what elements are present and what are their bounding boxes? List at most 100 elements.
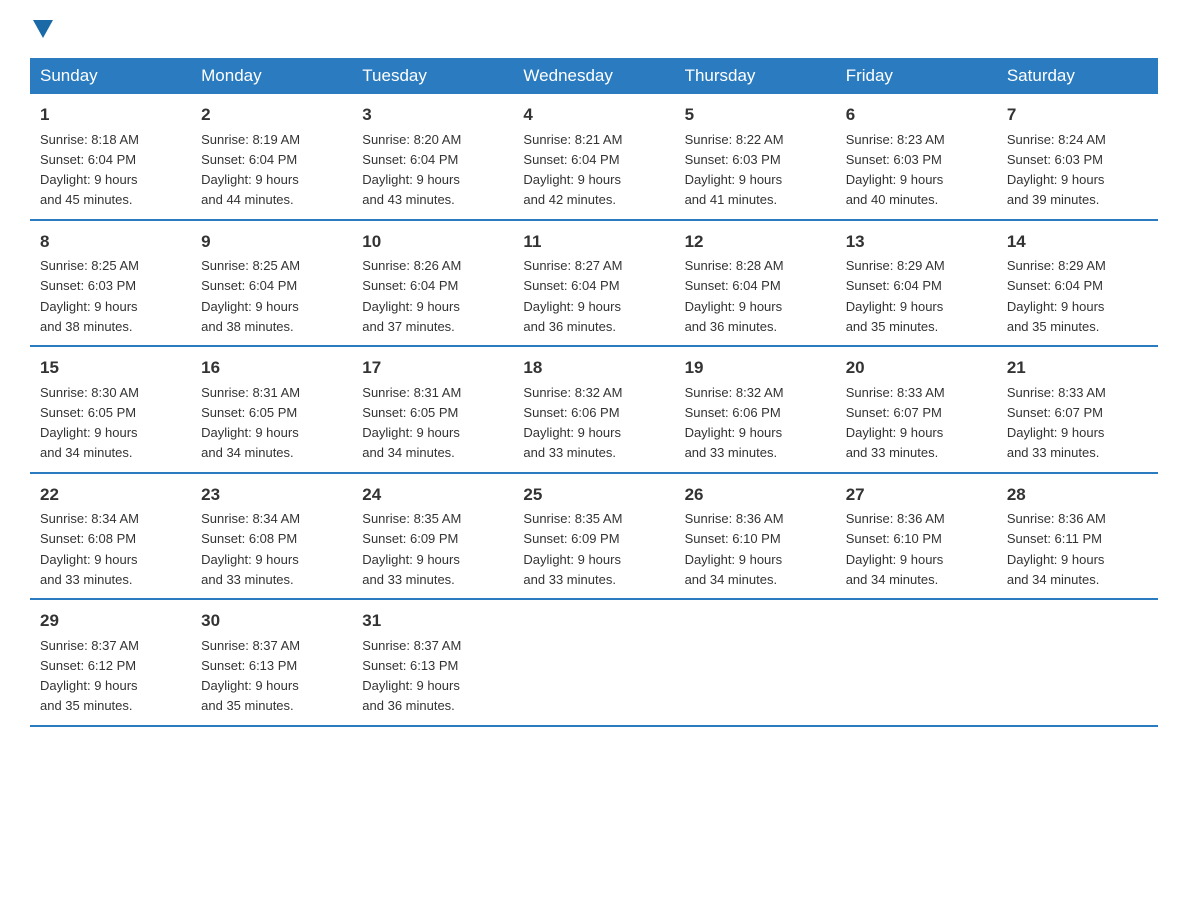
- day-number: 7: [1007, 102, 1148, 128]
- day-number: 15: [40, 355, 181, 381]
- day-info: Sunrise: 8:22 AMSunset: 6:03 PMDaylight:…: [685, 132, 784, 208]
- day-number: 23: [201, 482, 342, 508]
- day-info: Sunrise: 8:37 AMSunset: 6:13 PMDaylight:…: [201, 638, 300, 714]
- calendar-cell: 27 Sunrise: 8:36 AMSunset: 6:10 PMDayligh…: [836, 473, 997, 600]
- day-info: Sunrise: 8:37 AMSunset: 6:13 PMDaylight:…: [362, 638, 461, 714]
- calendar-cell: 8Sunrise: 8:25 AMSunset: 6:03 PMDaylight…: [30, 220, 191, 347]
- calendar-week-row: 22 Sunrise: 8:34 AMSunset: 6:08 PMDayligh…: [30, 473, 1158, 600]
- day-info: Sunrise: 8:34 AMSunset: 6:08 PMDaylight:…: [201, 511, 300, 587]
- calendar-cell: 16Sunrise: 8:31 AMSunset: 6:05 PMDayligh…: [191, 346, 352, 473]
- day-number: 6: [846, 102, 987, 128]
- day-number: 3: [362, 102, 503, 128]
- day-info: Sunrise: 8:21 AMSunset: 6:04 PMDaylight:…: [523, 132, 622, 208]
- logo: [30, 20, 53, 40]
- day-info: Sunrise: 8:29 AMSunset: 6:04 PMDaylight:…: [846, 258, 945, 334]
- day-info: Sunrise: 8:29 AMSunset: 6:04 PMDaylight:…: [1007, 258, 1106, 334]
- calendar-week-row: 29 Sunrise: 8:37 AMSunset: 6:12 PMDayligh…: [30, 599, 1158, 726]
- calendar-cell: 23 Sunrise: 8:34 AMSunset: 6:08 PMDayligh…: [191, 473, 352, 600]
- calendar-cell: 17 Sunrise: 8:31 AMSunset: 6:05 PMDayligh…: [352, 346, 513, 473]
- calendar-cell: 31 Sunrise: 8:37 AMSunset: 6:13 PMDayligh…: [352, 599, 513, 726]
- day-number: 24: [362, 482, 503, 508]
- day-number: 28: [1007, 482, 1148, 508]
- day-number: 1: [40, 102, 181, 128]
- calendar-cell: 21Sunrise: 8:33 AMSunset: 6:07 PMDayligh…: [997, 346, 1158, 473]
- day-info: Sunrise: 8:31 AMSunset: 6:05 PMDaylight:…: [362, 385, 461, 461]
- calendar-cell: 1 Sunrise: 8:18 AMSunset: 6:04 PMDaylight…: [30, 94, 191, 220]
- calendar-week-row: 1 Sunrise: 8:18 AMSunset: 6:04 PMDaylight…: [30, 94, 1158, 220]
- day-info: Sunrise: 8:23 AMSunset: 6:03 PMDaylight:…: [846, 132, 945, 208]
- day-info: Sunrise: 8:26 AMSunset: 6:04 PMDaylight:…: [362, 258, 461, 334]
- day-number: 10: [362, 229, 503, 255]
- day-number: 27: [846, 482, 987, 508]
- day-info: Sunrise: 8:27 AMSunset: 6:04 PMDaylight:…: [523, 258, 622, 334]
- calendar-header-row: SundayMondayTuesdayWednesdayThursdayFrid…: [30, 58, 1158, 94]
- calendar-cell: 28 Sunrise: 8:36 AMSunset: 6:11 PMDayligh…: [997, 473, 1158, 600]
- column-header-tuesday: Tuesday: [352, 58, 513, 94]
- calendar-cell: [997, 599, 1158, 726]
- calendar-cell: 22 Sunrise: 8:34 AMSunset: 6:08 PMDayligh…: [30, 473, 191, 600]
- day-info: Sunrise: 8:35 AMSunset: 6:09 PMDaylight:…: [523, 511, 622, 587]
- calendar-cell: [836, 599, 997, 726]
- day-number: 29: [40, 608, 181, 634]
- page-header: [30, 20, 1158, 40]
- calendar-cell: 10 Sunrise: 8:26 AMSunset: 6:04 PMDayligh…: [352, 220, 513, 347]
- day-number: 21: [1007, 355, 1148, 381]
- day-number: 18: [523, 355, 664, 381]
- day-number: 25: [523, 482, 664, 508]
- day-info: Sunrise: 8:25 AMSunset: 6:03 PMDaylight:…: [40, 258, 139, 334]
- calendar-cell: 19 Sunrise: 8:32 AMSunset: 6:06 PMDayligh…: [675, 346, 836, 473]
- calendar-cell: 2 Sunrise: 8:19 AMSunset: 6:04 PMDaylight…: [191, 94, 352, 220]
- day-info: Sunrise: 8:33 AMSunset: 6:07 PMDaylight:…: [846, 385, 945, 461]
- calendar-cell: 6 Sunrise: 8:23 AMSunset: 6:03 PMDaylight…: [836, 94, 997, 220]
- day-number: 17: [362, 355, 503, 381]
- day-number: 26: [685, 482, 826, 508]
- day-number: 13: [846, 229, 987, 255]
- calendar-cell: 24 Sunrise: 8:35 AMSunset: 6:09 PMDayligh…: [352, 473, 513, 600]
- day-number: 30: [201, 608, 342, 634]
- day-number: 31: [362, 608, 503, 634]
- day-number: 22: [40, 482, 181, 508]
- calendar-cell: 3 Sunrise: 8:20 AMSunset: 6:04 PMDaylight…: [352, 94, 513, 220]
- day-info: Sunrise: 8:32 AMSunset: 6:06 PMDaylight:…: [685, 385, 784, 461]
- calendar-cell: 7 Sunrise: 8:24 AMSunset: 6:03 PMDaylight…: [997, 94, 1158, 220]
- calendar-cell: [513, 599, 674, 726]
- day-info: Sunrise: 8:31 AMSunset: 6:05 PMDaylight:…: [201, 385, 300, 461]
- calendar-cell: 4 Sunrise: 8:21 AMSunset: 6:04 PMDaylight…: [513, 94, 674, 220]
- calendar-cell: 11 Sunrise: 8:27 AMSunset: 6:04 PMDayligh…: [513, 220, 674, 347]
- day-info: Sunrise: 8:36 AMSunset: 6:10 PMDaylight:…: [846, 511, 945, 587]
- calendar-cell: 9Sunrise: 8:25 AMSunset: 6:04 PMDaylight…: [191, 220, 352, 347]
- day-info: Sunrise: 8:24 AMSunset: 6:03 PMDaylight:…: [1007, 132, 1106, 208]
- day-info: Sunrise: 8:34 AMSunset: 6:08 PMDaylight:…: [40, 511, 139, 587]
- day-info: Sunrise: 8:28 AMSunset: 6:04 PMDaylight:…: [685, 258, 784, 334]
- day-info: Sunrise: 8:32 AMSunset: 6:06 PMDaylight:…: [523, 385, 622, 461]
- calendar-cell: 18 Sunrise: 8:32 AMSunset: 6:06 PMDayligh…: [513, 346, 674, 473]
- day-info: Sunrise: 8:37 AMSunset: 6:12 PMDaylight:…: [40, 638, 139, 714]
- day-info: Sunrise: 8:20 AMSunset: 6:04 PMDaylight:…: [362, 132, 461, 208]
- day-number: 12: [685, 229, 826, 255]
- calendar-cell: 13 Sunrise: 8:29 AMSunset: 6:04 PMDayligh…: [836, 220, 997, 347]
- day-info: Sunrise: 8:35 AMSunset: 6:09 PMDaylight:…: [362, 511, 461, 587]
- day-info: Sunrise: 8:18 AMSunset: 6:04 PMDaylight:…: [40, 132, 139, 208]
- day-number: 19: [685, 355, 826, 381]
- day-number: 20: [846, 355, 987, 381]
- day-info: Sunrise: 8:36 AMSunset: 6:11 PMDaylight:…: [1007, 511, 1106, 587]
- column-header-friday: Friday: [836, 58, 997, 94]
- day-number: 11: [523, 229, 664, 255]
- day-number: 9: [201, 229, 342, 255]
- calendar-cell: 14 Sunrise: 8:29 AMSunset: 6:04 PMDayligh…: [997, 220, 1158, 347]
- calendar-cell: 15 Sunrise: 8:30 AMSunset: 6:05 PMDayligh…: [30, 346, 191, 473]
- calendar-cell: [675, 599, 836, 726]
- column-header-thursday: Thursday: [675, 58, 836, 94]
- calendar-cell: 25 Sunrise: 8:35 AMSunset: 6:09 PMDayligh…: [513, 473, 674, 600]
- day-info: Sunrise: 8:30 AMSunset: 6:05 PMDaylight:…: [40, 385, 139, 461]
- day-number: 4: [523, 102, 664, 128]
- column-header-saturday: Saturday: [997, 58, 1158, 94]
- calendar-cell: 12 Sunrise: 8:28 AMSunset: 6:04 PMDayligh…: [675, 220, 836, 347]
- calendar-week-row: 8Sunrise: 8:25 AMSunset: 6:03 PMDaylight…: [30, 220, 1158, 347]
- calendar-cell: 30 Sunrise: 8:37 AMSunset: 6:13 PMDayligh…: [191, 599, 352, 726]
- day-number: 14: [1007, 229, 1148, 255]
- day-info: Sunrise: 8:19 AMSunset: 6:04 PMDaylight:…: [201, 132, 300, 208]
- calendar-table: SundayMondayTuesdayWednesdayThursdayFrid…: [30, 58, 1158, 727]
- calendar-week-row: 15 Sunrise: 8:30 AMSunset: 6:05 PMDayligh…: [30, 346, 1158, 473]
- day-number: 2: [201, 102, 342, 128]
